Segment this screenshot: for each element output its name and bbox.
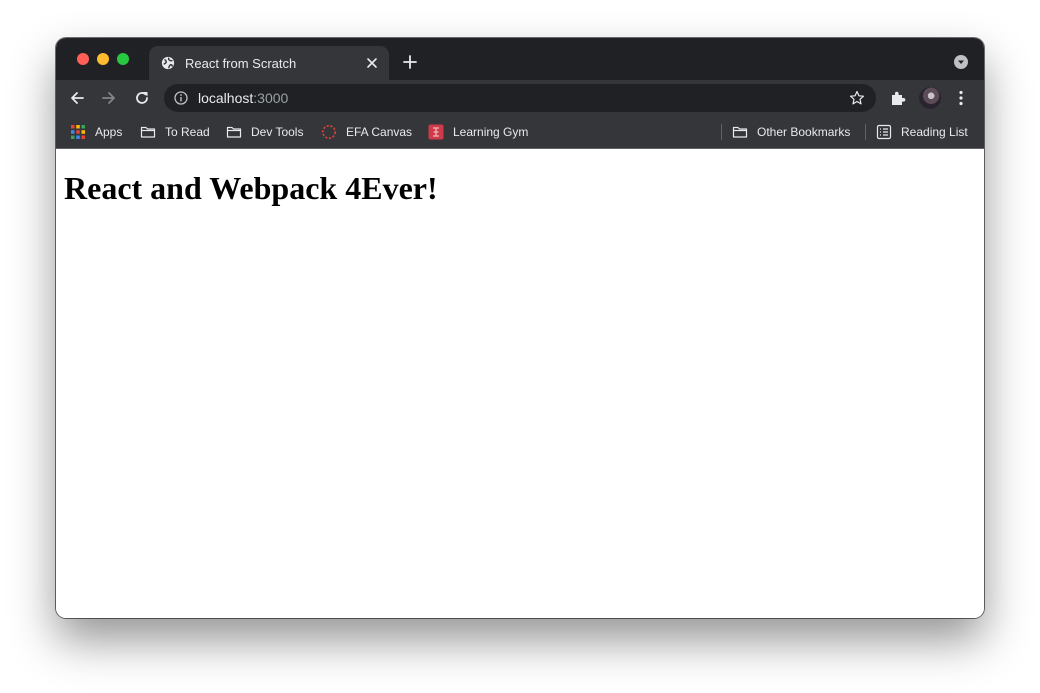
- bookmarks-divider: [721, 124, 722, 140]
- reload-icon[interactable]: [133, 89, 151, 107]
- bookmark-star-icon[interactable]: [849, 90, 865, 106]
- bookmark-dev-tools[interactable]: Dev Tools: [226, 116, 303, 148]
- tab-search-icon[interactable]: [954, 55, 968, 69]
- close-window-button[interactable]: [77, 53, 89, 65]
- url-text: localhost:3000: [198, 90, 288, 106]
- globe-icon: [161, 56, 175, 70]
- bookmark-label: EFA Canvas: [346, 125, 413, 139]
- bookmark-other-bookmarks[interactable]: Other Bookmarks: [732, 116, 850, 148]
- bookmark-learning-gym[interactable]: Learning Gym: [428, 116, 528, 148]
- bookmark-label: Dev Tools: [251, 125, 304, 139]
- bookmark-to-read[interactable]: To Read: [140, 116, 210, 148]
- bookmark-label: To Read: [165, 125, 210, 139]
- forward-arrow-icon[interactable]: [100, 89, 118, 107]
- close-tab-icon[interactable]: [363, 54, 381, 72]
- learning-gym-icon: [428, 124, 444, 140]
- tab-react-from-scratch[interactable]: React from Scratch: [149, 46, 389, 80]
- bookmark-reading-list[interactable]: Reading List: [876, 116, 968, 148]
- bookmark-apps[interactable]: Apps: [70, 116, 122, 148]
- more-menu-icon[interactable]: [952, 89, 970, 107]
- bookmark-efa-canvas[interactable]: EFA Canvas: [321, 116, 412, 148]
- tab-title: React from Scratch: [185, 56, 297, 71]
- bookmark-label: Learning Gym: [453, 125, 529, 139]
- new-tab-icon[interactable]: [402, 54, 418, 70]
- page-content: React and Webpack 4Ever!: [56, 149, 984, 618]
- profile-avatar[interactable]: [919, 87, 941, 109]
- address-bar[interactable]: localhost:3000: [164, 84, 876, 112]
- site-info-icon[interactable]: [174, 91, 188, 105]
- minimize-window-button[interactable]: [97, 53, 109, 65]
- bookmarks-bar: Apps To Read Dev Tools EFA Canvas Learni…: [56, 116, 984, 149]
- back-arrow-icon[interactable]: [68, 89, 86, 107]
- url-port: :3000: [253, 90, 289, 106]
- bookmark-label: Other Bookmarks: [757, 125, 851, 139]
- reading-list-icon: [876, 124, 892, 140]
- bookmark-label: Apps: [95, 125, 123, 139]
- url-host: localhost: [198, 90, 254, 106]
- folder-icon: [226, 126, 242, 138]
- folder-icon: [732, 126, 748, 138]
- maximize-window-button[interactable]: [117, 53, 129, 65]
- canvas-icon: [322, 125, 336, 139]
- bookmarks-divider: [865, 124, 866, 140]
- page-heading: React and Webpack 4Ever!: [64, 170, 438, 206]
- browser-window: React from Scratch localhost:3000 Apps T…: [56, 38, 984, 618]
- title-bar: React from Scratch: [56, 38, 984, 80]
- extensions-puzzle-icon[interactable]: [889, 89, 907, 107]
- toolbar: localhost:3000: [56, 80, 984, 116]
- folder-icon: [140, 126, 156, 138]
- apps-grid-icon: [71, 125, 85, 139]
- bookmark-label: Reading List: [901, 125, 968, 139]
